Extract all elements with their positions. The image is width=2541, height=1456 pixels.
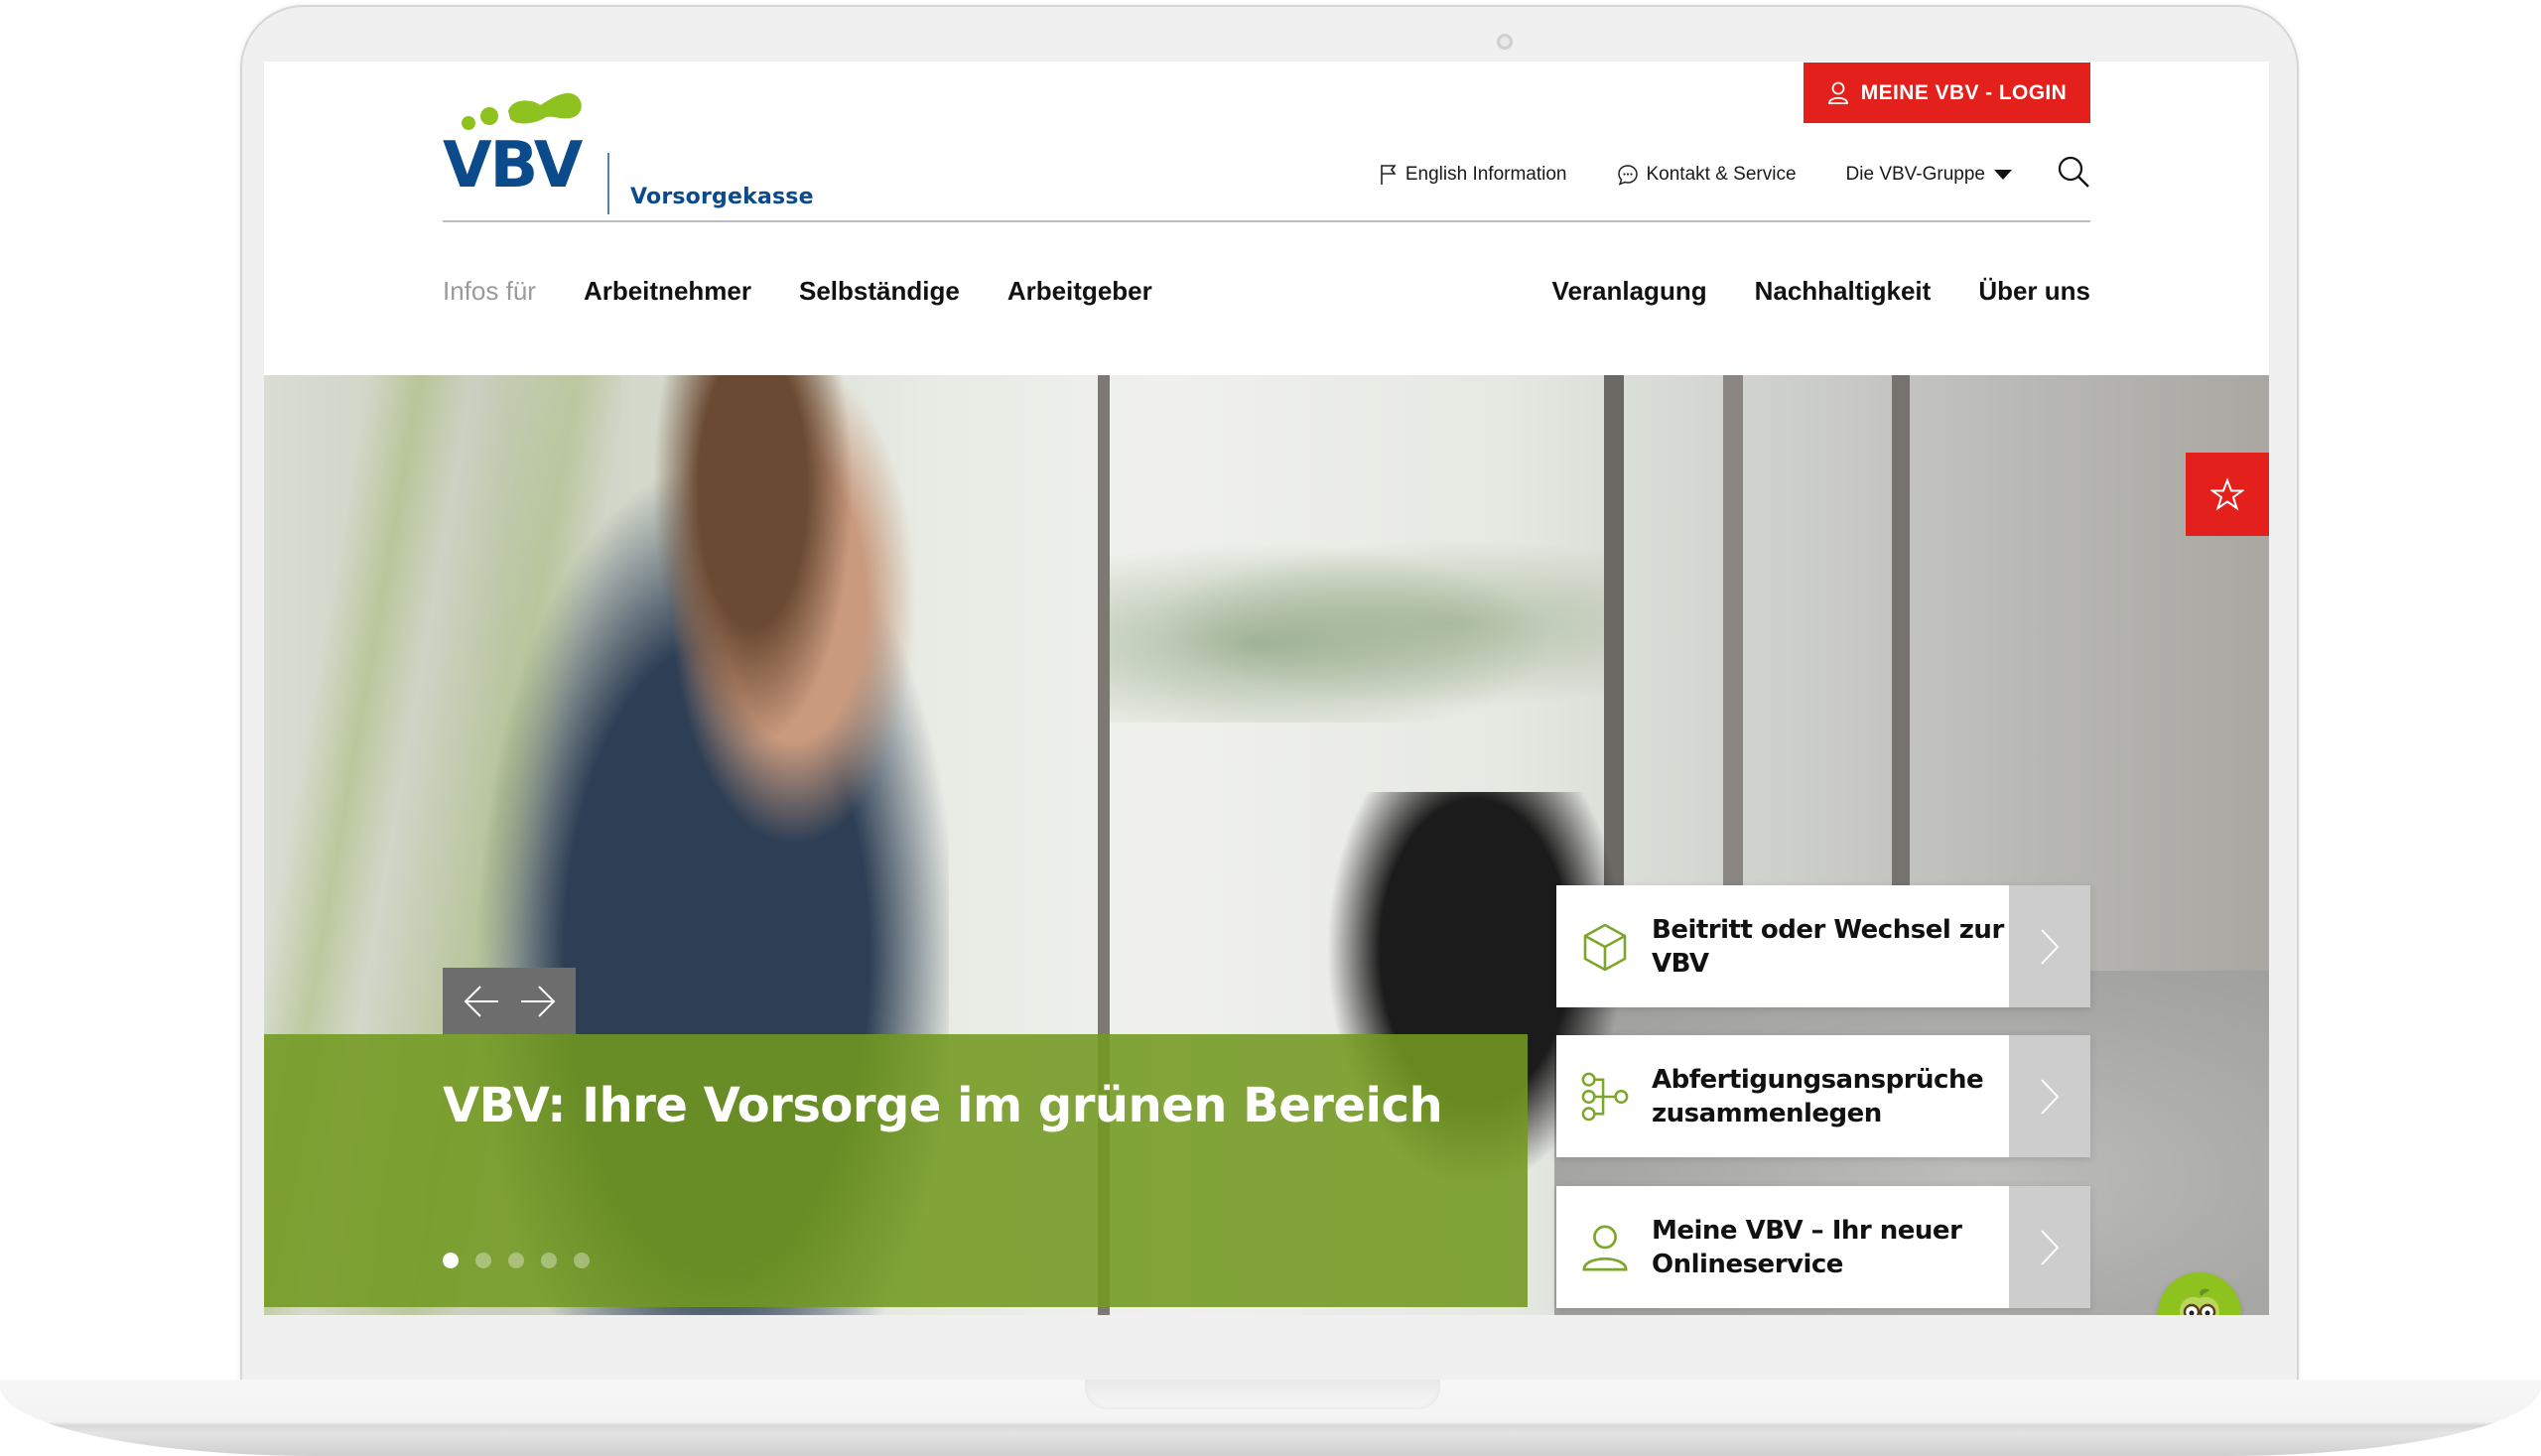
chevron-right-icon: [2041, 928, 2060, 965]
quick-link-label-line: VBV: [1652, 948, 1709, 979]
hero-image-trees: [1108, 524, 1604, 723]
quick-link-arrow[interactable]: [2009, 885, 2090, 1007]
nav-arbeitgeber[interactable]: Arbeitgeber: [1007, 276, 1152, 307]
apple-mascot-icon: [2180, 1288, 2219, 1315]
nav-arbeitnehmer[interactable]: Arbeitnehmer: [584, 276, 751, 307]
favorites-button[interactable]: [2186, 453, 2269, 536]
chat-bubble-icon: [1617, 165, 1638, 186]
chevron-right-icon: [2041, 1078, 2060, 1115]
login-button[interactable]: MEINE VBV - LOGIN: [1804, 63, 2090, 123]
quick-link-label: Abfertigungsansprüche zusammenlegen: [1652, 1063, 2009, 1130]
logo-separator: [607, 153, 609, 214]
arrow-left-icon: [464, 985, 498, 1017]
utility-nav: English Information Kontakt & Service Di…: [1330, 155, 2090, 195]
infos-fuer-label: Infos für: [443, 276, 536, 306]
caret-down-icon: [1994, 170, 2012, 180]
quick-link-beitritt[interactable]: Beitritt oder Wechsel zur VBV: [1556, 885, 2090, 1007]
chevron-right-icon: [2041, 1229, 2060, 1265]
laptop-notch: [1085, 1380, 1440, 1409]
topic-nav: Veranlagung Nachhaltigkeit Über uns: [1552, 276, 2090, 307]
kontakt-service-label: Kontakt & Service: [1646, 164, 1797, 185]
quick-link-label-line: zusammenlegen: [1652, 1098, 1882, 1128]
quick-link-icon-wrap: [1580, 1222, 1630, 1273]
quick-link-label: Beitritt oder Wechsel zur VBV: [1652, 913, 2009, 981]
pager-dot[interactable]: [443, 1253, 459, 1268]
quick-link-label: Meine VBV – Ihr neuer Onlineservice: [1652, 1214, 2009, 1281]
quick-link-meine-vbv[interactable]: Meine VBV – Ihr neuer Onlineservice: [1556, 1186, 2090, 1308]
slider-pager: [443, 1253, 590, 1268]
nav-selbstaendige[interactable]: Selbständige: [799, 276, 960, 307]
nav-nachhaltigkeit[interactable]: Nachhaltigkeit: [1755, 276, 1932, 307]
hero-caption: VBV: Ihre Vorsorge im grünen Bereich: [264, 1034, 1528, 1307]
website-screen: VBV Vorsorgekasse MEINE VBV - LOGIN Engl…: [264, 62, 2269, 1315]
slider-controls: [443, 968, 576, 1034]
english-information-label: English Information: [1404, 164, 1567, 185]
nav-ueber-uns[interactable]: Über uns: [1978, 276, 2090, 307]
camera-dot: [1497, 34, 1513, 50]
quick-link-abfertigung[interactable]: Abfertigungsansprüche zusammenlegen: [1556, 1035, 2090, 1157]
quick-link-label-line: Beitritt oder Wechsel zur: [1652, 914, 2004, 945]
main-nav: Infos für Arbeitnehmer Selbständige Arbe…: [443, 276, 2090, 316]
pager-dot[interactable]: [508, 1253, 524, 1268]
slider-next-button[interactable]: [519, 985, 557, 1018]
quick-link-label-line: Meine VBV – Ihr neuer: [1652, 1215, 1962, 1246]
cube-icon: [1583, 923, 1627, 971]
merge-nodes-icon: [1581, 1072, 1629, 1121]
quick-link-icon-wrap: [1580, 922, 1630, 972]
vbv-logo[interactable]: VBV Vorsorgekasse: [443, 89, 814, 214]
quick-link-content: Abfertigungsansprüche zusammenlegen: [1556, 1035, 2009, 1157]
pager-dot[interactable]: [475, 1253, 491, 1268]
kontakt-service-link[interactable]: Kontakt & Service: [1617, 164, 1797, 186]
audience-nav: Infos für Arbeitnehmer Selbständige Arbe…: [443, 276, 1152, 307]
user-icon: [1827, 81, 1848, 104]
quick-link-content: Meine VBV – Ihr neuer Onlineservice: [1556, 1186, 2009, 1308]
quick-link-label-line: Onlineservice: [1652, 1249, 1843, 1279]
nav-veranlagung[interactable]: Veranlagung: [1552, 276, 1707, 307]
header-divider: [443, 220, 2090, 222]
arrow-right-icon: [520, 985, 555, 1017]
slider-prev-button[interactable]: [463, 985, 500, 1018]
quick-link-arrow[interactable]: [2009, 1186, 2090, 1308]
search-icon: [2058, 156, 2089, 188]
user-icon: [1582, 1225, 1628, 1270]
search-button[interactable]: [2057, 155, 2090, 195]
hero-title: VBV: Ihre Vorsorge im grünen Bereich: [443, 1078, 1443, 1133]
star-icon: [2210, 477, 2244, 511]
quick-link-label-line: Abfertigungsansprüche: [1652, 1064, 1984, 1095]
hero-slider: VBV: Ihre Vorsorge im grünen Bereich Bei…: [264, 375, 2269, 1315]
pager-dot[interactable]: [574, 1253, 590, 1268]
quick-link-arrow[interactable]: [2009, 1035, 2090, 1157]
vbv-gruppe-dropdown[interactable]: Die VBV-Gruppe: [1846, 164, 2013, 186]
quick-link-icon-wrap: [1580, 1071, 1630, 1123]
logo-wordmark: VBV: [443, 129, 583, 202]
logo-subtitle: Vorsorgekasse: [630, 185, 814, 209]
flag-icon: [1381, 165, 1397, 185]
pager-dot[interactable]: [541, 1253, 557, 1268]
vbv-gruppe-label: Die VBV-Gruppe: [1845, 164, 1985, 185]
english-information-link[interactable]: English Information: [1380, 164, 1567, 186]
quick-link-content: Beitritt oder Wechsel zur VBV: [1556, 885, 2009, 1007]
login-button-label: MEINE VBV - LOGIN: [1860, 80, 2068, 104]
